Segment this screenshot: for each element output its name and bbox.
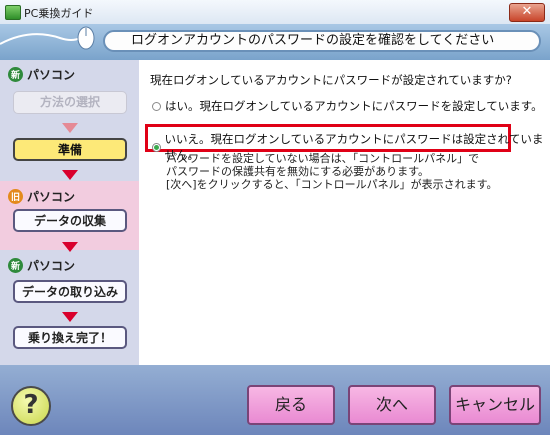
app-icon [5, 5, 21, 20]
step-data-import: データの取り込み [13, 280, 127, 303]
step-preparation: 準備 [13, 138, 127, 161]
question-text: 現在ログオンしているアカウントにパスワードが設定されていますか? [150, 73, 512, 87]
mouse-icon [0, 26, 95, 50]
radio-no[interactable] [152, 142, 161, 152]
title-bar: PC乗換ガイド ✕ [0, 0, 550, 25]
section-old-pc: 旧 パソコン [8, 188, 75, 205]
close-button[interactable]: ✕ [509, 3, 545, 22]
section-label: パソコン [27, 259, 76, 273]
step-select-method: 方法の選択 [13, 91, 127, 114]
section-label: パソコン [27, 190, 76, 204]
option-yes-label[interactable]: はい。現在ログオンしているアカウントにパスワードを設定しています。 [165, 98, 543, 114]
back-button[interactable]: 戻る [247, 385, 335, 425]
arrow-down-icon [62, 242, 78, 252]
section-new-pc-2: 新 パソコン [8, 257, 75, 274]
section-new-pc-1: 新 パソコン [8, 66, 75, 83]
arrow-down-icon [62, 123, 78, 133]
next-button[interactable]: 次へ [348, 385, 436, 425]
arrow-down-icon [62, 170, 78, 180]
new-badge-icon: 新 [8, 258, 23, 273]
window-title: PC乗換ガイド [24, 7, 94, 20]
page-title: ログオンアカウントのパスワードの設定を確認をしてください [103, 30, 541, 52]
step-data-collection: データの収集 [13, 209, 127, 232]
cancel-button[interactable]: キャンセル [449, 385, 541, 425]
arrow-down-icon [62, 312, 78, 322]
note-line-3: [次へ]をクリックすると、「コントロールパネル」が表示されます。 [166, 178, 498, 191]
step-complete: 乗り換え完了！ [13, 326, 127, 349]
help-button[interactable]: ? [11, 386, 51, 426]
new-badge-icon: 新 [8, 67, 23, 82]
option-yes[interactable]: はい。現在ログオンしているアカウントにパスワードを設定しています。 [152, 98, 543, 114]
radio-yes[interactable] [152, 101, 161, 111]
section-label: パソコン [27, 68, 76, 82]
old-badge-icon: 旧 [8, 189, 23, 204]
